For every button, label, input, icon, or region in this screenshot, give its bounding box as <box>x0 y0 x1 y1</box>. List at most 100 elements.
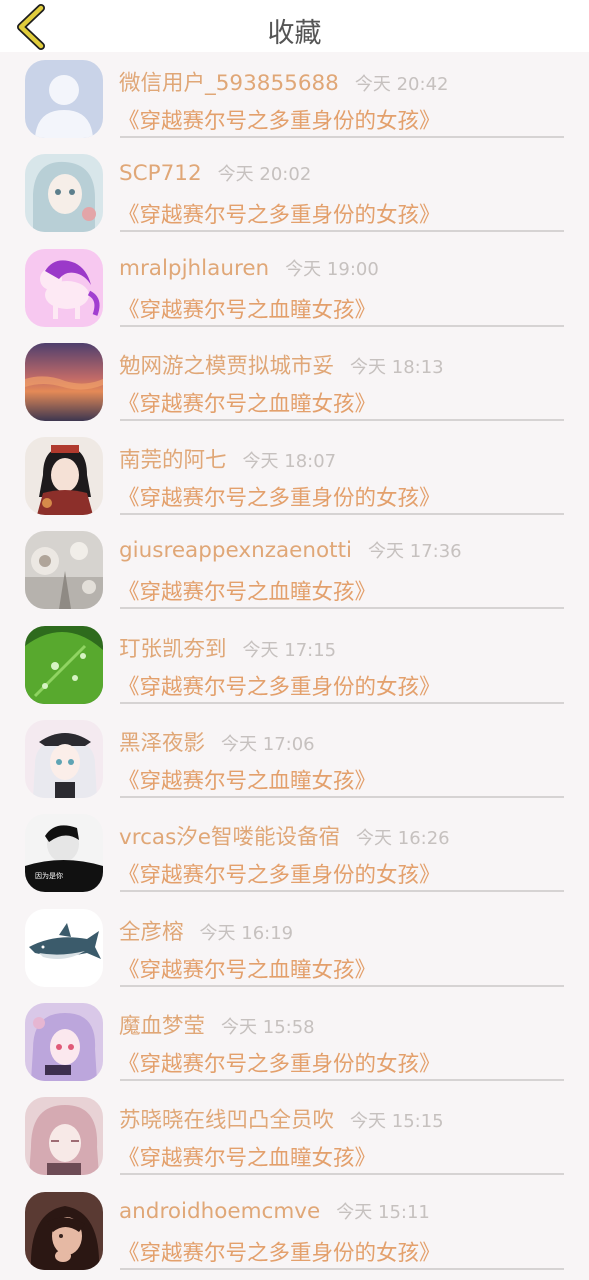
header-bar: 收藏 <box>0 0 589 52</box>
username-text: 玎张凯夯到 <box>119 636 227 662</box>
favorites-list: 微信用户_593855688 今天 20:42 《穿越赛尔号之多重身份的女孩》 SCP… <box>0 52 589 1278</box>
divider <box>120 701 564 704</box>
list-item[interactable]: mralpjhlauren 今天 19:00 《穿越赛尔号之血瞳女孩》 <box>0 241 589 335</box>
divider <box>120 1267 564 1270</box>
username-text: 魔血梦莹 <box>119 1013 206 1039</box>
username: mralpjhlauren 今天 19:00 <box>119 255 379 281</box>
avatar[interactable] <box>25 908 103 987</box>
username-text: 南莞的阿七 <box>119 448 227 474</box>
timestamp: 今天 18:13 <box>350 356 444 378</box>
username: 苏晓晓在线凹凸全员吹 今天 15:15 <box>119 1103 444 1134</box>
divider <box>120 230 564 233</box>
username: 玎张凯夯到 今天 17:15 <box>119 632 336 663</box>
avatar-image <box>25 1191 103 1270</box>
timestamp: 今天 17:15 <box>242 639 337 661</box>
avatar[interactable] <box>25 1097 103 1176</box>
avatar-image <box>25 625 103 704</box>
avatar[interactable] <box>25 1002 103 1081</box>
divider <box>120 607 564 610</box>
book-title-link[interactable]: 《穿越赛尔号之多重身份的女孩》 <box>118 670 441 701</box>
book-title-link[interactable]: 《穿越赛尔号之多重身份的女孩》 <box>118 198 441 229</box>
avatar[interactable] <box>25 531 103 610</box>
username: 魔血梦莹 今天 15:58 <box>119 1009 315 1040</box>
divider <box>120 1078 564 1081</box>
page-title: 收藏 <box>267 18 322 49</box>
username-text: SCP712 <box>119 161 202 187</box>
list-item[interactable]: 全彦榕 今天 16:19 《穿越赛尔号之血瞳女孩》 <box>0 901 589 995</box>
username-text: mralpjhlauren <box>119 255 270 281</box>
list-item[interactable]: 勉网游之模贾拟城市妥 今天 18:13 《穿越赛尔号之血瞳女孩》 <box>0 335 589 429</box>
list-item[interactable]: 南莞的阿七 今天 18:07 《穿越赛尔号之多重身份的女孩》 <box>0 429 589 523</box>
timestamp: 今天 18:07 <box>242 451 337 473</box>
username-text: 全彦榕 <box>119 919 184 945</box>
timestamp: 今天 19:00 <box>285 258 379 280</box>
book-title-link[interactable]: 《穿越赛尔号之多重身份的女孩》 <box>118 1236 441 1267</box>
avatar[interactable] <box>25 342 103 421</box>
avatar[interactable] <box>25 625 103 704</box>
svg-text:因为是你: 因为是你 <box>35 871 63 880</box>
list-item[interactable]: 因为是你 vrcas汐e智喽能设备宿 今天 16:26 《穿越赛尔号之多重身份的女孩》 <box>0 806 589 900</box>
username: 全彦榕 今天 16:19 <box>119 915 293 946</box>
timestamp: 今天 16:19 <box>199 922 294 944</box>
timestamp: 今天 15:11 <box>336 1201 430 1223</box>
avatar-image <box>25 342 103 421</box>
username: 南莞的阿七 今天 18:07 <box>119 443 336 474</box>
book-title-link[interactable]: 《穿越赛尔号之血瞳女孩》 <box>118 575 376 606</box>
divider <box>120 890 564 893</box>
avatar-image <box>25 60 103 138</box>
book-title-link[interactable]: 《穿越赛尔号之血瞳女孩》 <box>118 387 376 418</box>
book-title-link[interactable]: 《穿越赛尔号之血瞳女孩》 <box>118 1141 376 1172</box>
book-title-link[interactable]: 《穿越赛尔号之多重身份的女孩》 <box>118 481 441 512</box>
username: 微信用户_593855688 今天 20:42 <box>119 66 448 97</box>
list-item[interactable]: SCP712 今天 20:02 《穿越赛尔号之多重身份的女孩》 <box>0 146 589 240</box>
list-item[interactable]: 黑泽夜影 今天 17:06 《穿越赛尔号之血瞳女孩》 <box>0 712 589 806</box>
avatar-image <box>25 720 103 799</box>
username: giusreappexnzaenotti 今天 17:36 <box>119 537 462 563</box>
avatar[interactable] <box>25 720 103 799</box>
list-item[interactable]: androidhoemcmve 今天 15:11 《穿越赛尔号之多重身份的女孩》 <box>0 1184 589 1278</box>
avatar-image <box>25 154 103 233</box>
username: 黑泽夜影 今天 17:06 <box>119 726 315 757</box>
username-text: giusreappexnzaenotti <box>119 538 353 564</box>
timestamp: 今天 17:06 <box>221 734 315 756</box>
divider <box>120 136 564 138</box>
list-item[interactable]: 玎张凯夯到 今天 17:15 《穿越赛尔号之多重身份的女孩》 <box>0 618 589 712</box>
username-text: 黑泽夜影 <box>119 731 206 757</box>
timestamp: 今天 20:02 <box>217 164 312 186</box>
timestamp: 今天 15:15 <box>350 1111 444 1133</box>
book-title-link[interactable]: 《穿越赛尔号之多重身份的女孩》 <box>118 858 441 889</box>
book-title-link[interactable]: 《穿越赛尔号之多重身份的女孩》 <box>118 1047 441 1078</box>
avatar-image <box>25 437 103 516</box>
book-title-link[interactable]: 《穿越赛尔号之血瞳女孩》 <box>118 953 376 984</box>
list-item[interactable]: 魔血梦莹 今天 15:58 《穿越赛尔号之多重身份的女孩》 <box>0 995 589 1089</box>
username: 勉网游之模贾拟城市妥 今天 18:13 <box>119 349 444 380</box>
avatar[interactable] <box>25 1191 103 1270</box>
divider <box>120 1173 564 1176</box>
list-item[interactable]: giusreappexnzaenotti 今天 17:36 《穿越赛尔号之血瞳女孩》 <box>0 523 589 617</box>
username-text: 苏晓晓在线凹凸全员吹 <box>119 1108 335 1134</box>
username: androidhoemcmve 今天 15:11 <box>119 1198 430 1224</box>
avatar[interactable] <box>25 437 103 516</box>
avatar-image <box>25 908 103 987</box>
username-text: 勉网游之模贾拟城市妥 <box>119 353 335 379</box>
avatar[interactable] <box>25 248 103 327</box>
avatar[interactable] <box>25 154 103 233</box>
avatar[interactable]: 因为是你 <box>25 814 103 893</box>
timestamp: 今天 16:26 <box>356 828 450 850</box>
book-title-link[interactable]: 《穿越赛尔号之血瞳女孩》 <box>118 764 376 795</box>
username-text: vrcas汐e智喽能设备宿 <box>119 825 341 851</box>
divider <box>120 513 564 516</box>
avatar-image: 因为是你 <box>25 814 103 893</box>
list-item[interactable]: 微信用户_593855688 今天 20:42 《穿越赛尔号之多重身份的女孩》 <box>0 52 589 146</box>
avatar-image <box>25 531 103 610</box>
username-text: androidhoemcmve <box>119 1198 321 1224</box>
divider <box>120 984 564 987</box>
username-text: 微信用户_593855688 <box>119 71 339 96</box>
timestamp: 今天 20:42 <box>354 74 449 95</box>
list-item[interactable]: 苏晓晓在线凹凸全员吹 今天 15:15 《穿越赛尔号之血瞳女孩》 <box>0 1089 589 1183</box>
avatar[interactable] <box>25 60 103 138</box>
book-title-link[interactable]: 《穿越赛尔号之多重身份的女孩》 <box>118 104 441 135</box>
book-title-link[interactable]: 《穿越赛尔号之血瞳女孩》 <box>118 293 376 324</box>
divider <box>120 324 564 327</box>
username: SCP712 今天 20:02 <box>119 160 311 186</box>
